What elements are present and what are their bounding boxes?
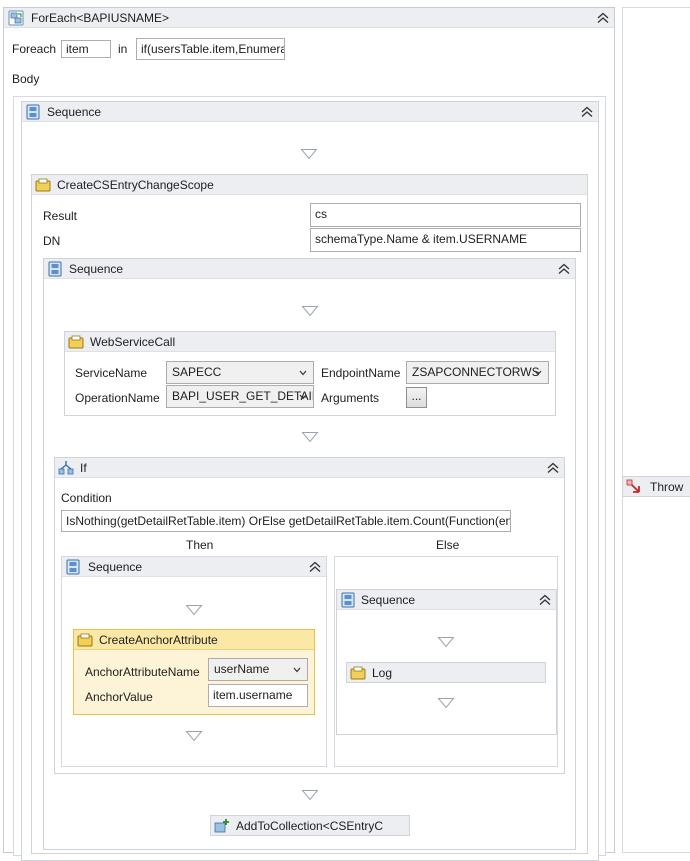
operation-name-value: BAPI_USER_GET_DETAIL [172, 389, 314, 403]
sequence-inner-title: Sequence [69, 262, 124, 276]
drop-arrow-icon[interactable] [437, 636, 455, 648]
drop-arrow-icon[interactable] [185, 604, 203, 616]
anchor-title: CreateAnchorAttribute [99, 633, 218, 647]
webservice-header[interactable]: WebServiceCall [65, 332, 555, 352]
endpoint-name-label: EndpointName [321, 366, 401, 380]
endpoint-name-value: ZSAPCONNECTORWS [412, 365, 540, 379]
foreach-icon [8, 10, 24, 26]
if-title: If [80, 461, 87, 475]
sequence-icon [26, 104, 40, 120]
anchor-header[interactable]: CreateAnchorAttribute [74, 630, 314, 650]
throw-icon [626, 479, 640, 493]
webservice-title: WebServiceCall [90, 335, 176, 349]
collapse-icon[interactable] [538, 593, 552, 607]
anchor-value-label: AnchorValue [85, 690, 153, 704]
if-header[interactable]: If [55, 458, 564, 478]
service-name-combo[interactable]: SAPECC [166, 361, 314, 384]
sequence-outer-title: Sequence [47, 105, 102, 119]
throw-title: Throw [650, 480, 684, 494]
drop-arrow-icon[interactable] [300, 148, 318, 160]
scope-icon [350, 666, 366, 680]
if-icon [58, 461, 74, 475]
scope-icon [68, 335, 84, 349]
log-title: Log [372, 666, 393, 680]
body-label: Body [12, 72, 40, 86]
create-cs-title: CreateCSEntryChangeScope [57, 178, 214, 192]
result-field[interactable]: cs [310, 203, 581, 227]
operation-name-label: OperationName [75, 391, 160, 405]
condition-field[interactable]: IsNothing(getDetailRetTable.item) OrElse… [61, 510, 511, 532]
create-cs-header[interactable]: CreateCSEntryChangeScope [32, 175, 587, 195]
dn-field[interactable]: schemaType.Name & item.USERNAME [310, 228, 581, 252]
in-expression-field[interactable]: if(usersTable.item,Enumerable [136, 38, 285, 60]
sequence-else-title: Sequence [361, 593, 416, 607]
collapse-icon[interactable] [308, 560, 322, 574]
add-to-collection-activity[interactable]: AddToCollection<CSEntryC [210, 815, 410, 836]
sequence-then-title: Sequence [88, 560, 143, 574]
sequence-icon [341, 592, 355, 608]
right-panel[interactable] [622, 7, 690, 853]
sequence-icon [66, 559, 80, 575]
drop-arrow-icon[interactable] [301, 789, 319, 801]
arguments-label: Arguments [321, 391, 380, 405]
anchor-name-value: userName [214, 662, 270, 676]
else-label: Else [436, 538, 460, 552]
then-label: Then [186, 538, 214, 552]
add-to-collection-title: AddToCollection<CSEntryC [236, 819, 384, 833]
collapse-icon[interactable] [580, 105, 594, 119]
endpoint-name-combo[interactable]: ZSAPCONNECTORWS [406, 361, 549, 384]
chevron-down-icon [534, 370, 542, 376]
in-label: in [118, 42, 128, 56]
item-field[interactable]: item [61, 40, 111, 58]
scope-icon [35, 178, 51, 192]
foreach-label: Foreach [12, 42, 57, 56]
chevron-down-icon [299, 394, 307, 400]
arguments-button[interactable]: ... [406, 387, 427, 408]
condition-label: Condition [61, 491, 112, 505]
scope-icon [77, 633, 93, 647]
drop-arrow-icon[interactable] [437, 697, 455, 709]
drop-arrow-icon[interactable] [301, 431, 319, 443]
anchor-name-combo[interactable]: userName [208, 658, 308, 681]
sequence-inner-header[interactable]: Sequence [44, 259, 575, 279]
sequence-outer-header[interactable]: Sequence [22, 102, 598, 122]
throw-activity[interactable]: Throw [622, 476, 690, 497]
collapse-icon[interactable] [557, 262, 571, 276]
collapse-icon[interactable] [596, 11, 610, 25]
log-activity[interactable]: Log [346, 662, 546, 683]
chevron-down-icon [293, 667, 301, 673]
dn-label: DN [43, 234, 61, 248]
anchor-value-field[interactable]: item.username [208, 684, 308, 707]
drop-arrow-icon[interactable] [185, 730, 203, 742]
drop-arrow-icon[interactable] [301, 305, 319, 317]
operation-name-combo[interactable]: BAPI_USER_GET_DETAIL [166, 385, 314, 408]
anchor-name-label: AnchorAttributeName [85, 665, 200, 679]
sequence-else-header[interactable]: Sequence [337, 590, 556, 610]
foreach-title: ForEach<BAPIUSNAME> [31, 11, 170, 25]
result-label: Result [43, 209, 78, 223]
sequence-then-header[interactable]: Sequence [62, 557, 326, 577]
service-name-value: SAPECC [172, 365, 222, 379]
foreach-header[interactable]: ForEach<BAPIUSNAME> [4, 8, 614, 28]
sequence-icon [48, 261, 62, 277]
chevron-down-icon [299, 370, 307, 376]
collapse-icon[interactable] [546, 461, 560, 475]
service-name-label: ServiceName [75, 366, 148, 380]
add-to-collection-icon [214, 819, 229, 833]
